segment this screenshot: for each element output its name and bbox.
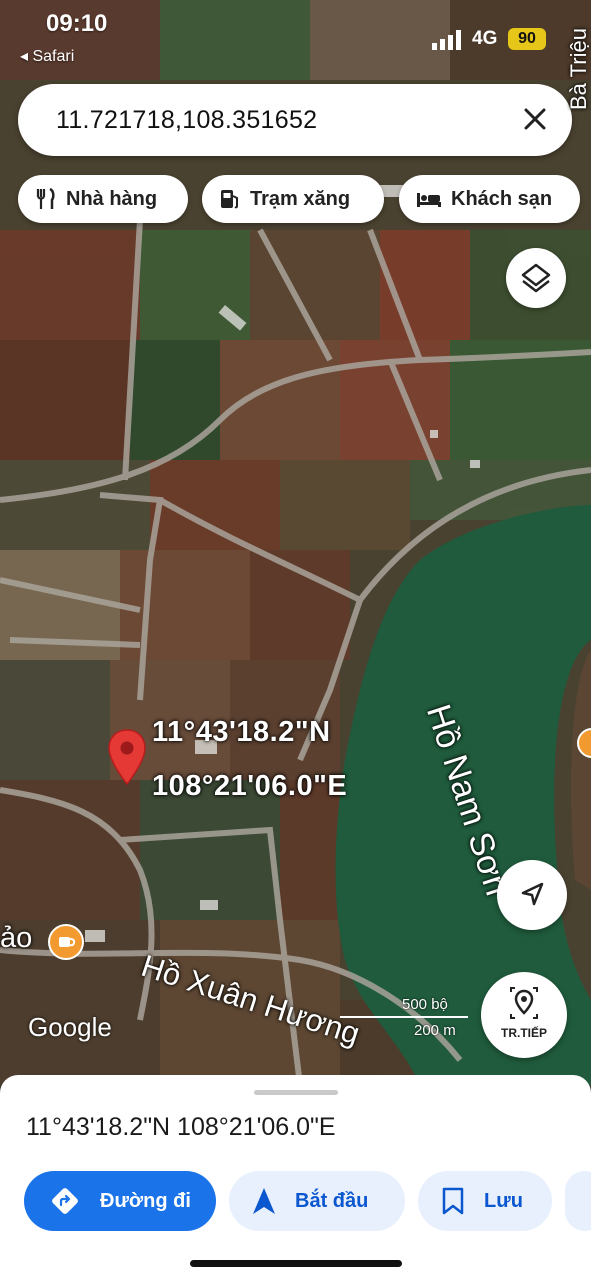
cellular-signal-icon: [432, 30, 461, 50]
place-coordinates: 11°43'18.2"N 108°21'06.0"E: [26, 1113, 336, 1141]
save-button[interactable]: Lưu: [418, 1171, 552, 1231]
hotel-icon: [417, 193, 441, 207]
location-pin-icon[interactable]: [106, 728, 148, 786]
map-view[interactable]: 09:10 ◂ Safari 4G 90 11.721718,108.35165…: [0, 0, 591, 1085]
my-location-button[interactable]: [497, 860, 567, 930]
cafe-icon: [59, 937, 76, 947]
scale-line: [340, 1016, 468, 1018]
directions-label: Đường đi: [100, 1189, 191, 1212]
back-to-safari-link[interactable]: ◂ Safari: [20, 46, 74, 66]
search-bar[interactable]: 11.721718,108.351652: [18, 84, 572, 156]
layers-button[interactable]: [506, 248, 566, 308]
place-sheet[interactable]: 11°43'18.2"N 108°21'06.0"E Đường đi Bắt …: [0, 1075, 591, 1280]
chip-label: Trạm xăng: [250, 187, 351, 210]
home-indicator[interactable]: [190, 1260, 402, 1267]
save-label: Lưu: [484, 1189, 523, 1212]
navigation-arrow-icon: [521, 882, 544, 906]
battery-indicator: 90: [508, 28, 546, 50]
start-button[interactable]: Bắt đầu: [229, 1171, 405, 1231]
chip-restaurants[interactable]: Nhà hàng: [18, 175, 188, 223]
scale-meters: 200 m: [414, 1022, 456, 1039]
place-marker[interactable]: [48, 924, 84, 960]
chip-gas-stations[interactable]: Trạm xăng: [202, 175, 384, 223]
restaurant-icon: [36, 187, 55, 209]
place-label-partial: ảo: [0, 922, 33, 954]
close-icon[interactable]: [520, 104, 550, 134]
continue-label: TR.TIẾP: [500, 1026, 547, 1040]
layers-icon: [521, 263, 551, 293]
pin-latitude: 11°43'18.2"N: [152, 716, 331, 748]
share-button[interactable]: [565, 1171, 591, 1231]
sheet-drag-handle[interactable]: [254, 1090, 338, 1095]
chip-label: Nhà hàng: [66, 187, 158, 210]
bookmark-icon: [442, 1187, 464, 1215]
search-input[interactable]: 11.721718,108.351652: [56, 106, 317, 135]
navigate-arrow-icon: [253, 1188, 275, 1214]
directions-button[interactable]: Đường đi: [24, 1171, 216, 1231]
google-attribution: Google: [28, 1012, 112, 1042]
clock: 09:10: [46, 10, 108, 37]
status-bar: 09:10 ◂ Safari 4G 90: [0, 0, 591, 70]
directions-icon: [52, 1188, 78, 1214]
chip-label: Khách sạn: [451, 187, 553, 210]
network-type: 4G: [472, 28, 498, 49]
start-label: Bắt đầu: [295, 1189, 369, 1212]
street-label-edge: Bà Triệu: [566, 28, 591, 110]
location-focus-icon: [510, 987, 538, 1019]
chip-hotels[interactable]: Khách sạn: [399, 175, 580, 223]
pin-longitude: 108°21'06.0"E: [152, 770, 348, 802]
continue-button[interactable]: TR.TIẾP: [481, 972, 567, 1058]
gas-station-icon: [221, 190, 238, 209]
scale-feet: 500 bộ: [402, 996, 448, 1013]
